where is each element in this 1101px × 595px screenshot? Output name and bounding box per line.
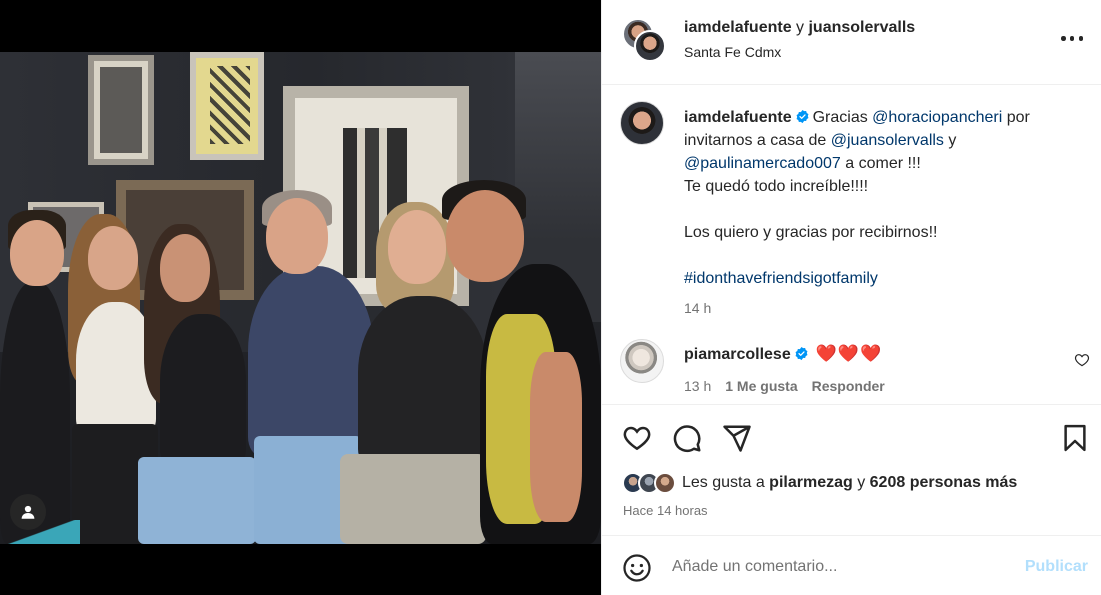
- verified-badge-icon: [796, 109, 809, 124]
- heart-icon[interactable]: [622, 423, 652, 453]
- liker-username[interactable]: pilarmezag: [769, 474, 853, 491]
- author-username[interactable]: iamdelafuente: [684, 19, 792, 36]
- comment-author[interactable]: piamarcollese: [684, 346, 791, 363]
- post-photo[interactable]: [0, 52, 601, 544]
- avatar[interactable]: [620, 339, 664, 383]
- bookmark-icon[interactable]: [1060, 423, 1090, 453]
- hashtag-link[interactable]: #idonthavefriendsigotfamily: [684, 270, 878, 287]
- comment-meta: 13 h 1 Me gusta Responder: [684, 378, 885, 394]
- wall-artwork: [88, 55, 154, 165]
- caption-line: Te quedó todo increíble!!!!: [684, 178, 869, 195]
- post-timestamp[interactable]: Hace 14 horas: [623, 503, 708, 518]
- caption-text: a comer !!!: [840, 155, 921, 172]
- comment-composer: Publicar: [602, 535, 1101, 595]
- collab-authors: iamdelafuente y juansolervalls: [684, 19, 915, 37]
- mention-link[interactable]: @juansolervalls: [831, 132, 944, 149]
- user-tag-icon[interactable]: [10, 494, 46, 530]
- comments-section: iamdelafuente Gracias @horaciopancheri po…: [602, 86, 1101, 404]
- mention-link[interactable]: @horaciopancheri: [872, 109, 1002, 126]
- post-caption: iamdelafuente Gracias @horaciopancheri po…: [684, 106, 1084, 320]
- post-media[interactable]: [0, 0, 601, 595]
- comment-likes[interactable]: 1 Me gusta: [725, 378, 797, 394]
- post-location[interactable]: Santa Fe Cdmx: [684, 44, 781, 60]
- caption-time[interactable]: 14 h: [684, 297, 711, 320]
- coauthor-username[interactable]: juansolervalls: [808, 19, 915, 36]
- post-header: iamdelafuente y juansolervalls Santa Fe …: [602, 0, 1101, 85]
- heart-icon[interactable]: [1074, 352, 1090, 368]
- comment-input[interactable]: [672, 558, 1012, 576]
- caption-author[interactable]: iamdelafuente: [684, 109, 792, 126]
- share-icon[interactable]: [722, 423, 752, 453]
- caption-text: Gracias: [812, 109, 873, 126]
- avatar[interactable]: [620, 101, 664, 145]
- reply-button[interactable]: Responder: [812, 378, 885, 394]
- avatar[interactable]: [634, 30, 666, 62]
- likes-text: Les gusta a pilarmezag y 6208 personas m…: [682, 474, 1018, 491]
- collab-avatars[interactable]: [622, 18, 668, 64]
- caption-line: Los quiero y gracias por recibirnos!!: [684, 224, 938, 241]
- instagram-post-modal: iamdelafuente y juansolervalls Santa Fe …: [0, 0, 1101, 595]
- likes-summary[interactable]: Les gusta a pilarmezag y 6208 personas m…: [622, 472, 1017, 494]
- likes-count[interactable]: 6208 personas más: [870, 474, 1018, 491]
- mention-link[interactable]: @paulinamercado007: [684, 155, 841, 172]
- comment-time[interactable]: 13 h: [684, 378, 711, 394]
- comment: piamarcollese ❤️❤️❤️: [684, 344, 882, 364]
- post-details-panel: iamdelafuente y juansolervalls Santa Fe …: [601, 0, 1101, 595]
- verified-badge-icon: [795, 346, 808, 361]
- emoji-icon[interactable]: [622, 553, 652, 583]
- caption-text: y: [943, 132, 957, 149]
- post-actions: Les gusta a pilarmezag y 6208 personas m…: [602, 404, 1101, 535]
- authors-connector: y: [791, 19, 809, 36]
- wall-artwork: [190, 52, 264, 160]
- avatar: [654, 472, 676, 494]
- publish-button[interactable]: Publicar: [1025, 558, 1088, 576]
- comment-icon[interactable]: [672, 423, 702, 453]
- more-options-icon[interactable]: [1061, 36, 1083, 42]
- comment-text: ❤️❤️❤️: [815, 344, 883, 363]
